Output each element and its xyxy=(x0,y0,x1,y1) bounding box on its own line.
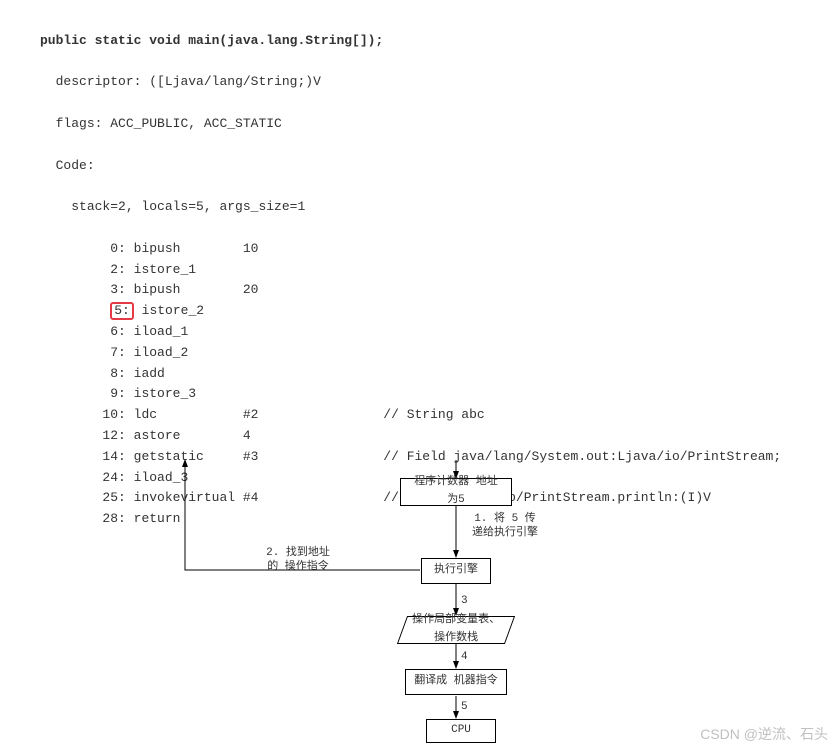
cpu-node: CPU xyxy=(426,719,496,743)
comment: // String abc xyxy=(383,407,484,422)
bytecode-row: 6: iload_1 xyxy=(40,322,840,343)
bytecode-row: 9: istore_3 xyxy=(40,384,840,405)
arg xyxy=(243,262,383,277)
descriptor-value: ([Ljava/lang/String;)V xyxy=(149,74,321,89)
arg: 4 xyxy=(243,428,383,443)
label-1: 1. 将 5 传递给执行引擎 xyxy=(470,512,540,541)
opcode: istore_3 xyxy=(134,386,243,401)
arg xyxy=(251,303,391,318)
opcode: istore_1 xyxy=(134,262,243,277)
opcode: iload_2 xyxy=(134,345,243,360)
bytecode-row: 8: iadd xyxy=(40,364,840,385)
descriptor-label: descriptor: xyxy=(56,74,142,89)
opcode: ldc xyxy=(134,407,243,422)
bytecode-row: 5: istore_2 xyxy=(40,301,840,322)
engine-node: 执行引擎 xyxy=(421,558,491,584)
opcode: iadd xyxy=(134,366,243,381)
translate-node: 翻译成 机器指令 xyxy=(405,669,507,695)
bytecode-row: 2: istore_1 xyxy=(40,260,840,281)
opcode: bipush xyxy=(134,282,243,297)
pc: 10: xyxy=(102,407,125,422)
pc: 2: xyxy=(110,262,126,277)
highlighted-pc: 5: xyxy=(110,302,134,320)
arg xyxy=(243,366,383,381)
flowchart: 程序计数器 地址为5 1. 将 5 传递给执行引擎 执行引擎 2. 找到地址的 … xyxy=(0,460,840,740)
opcode: astore xyxy=(134,428,243,443)
bytecode-row: 7: iload_2 xyxy=(40,343,840,364)
opcode: istore_2 xyxy=(142,303,251,318)
pc: 6: xyxy=(110,324,126,339)
code-label: Code: xyxy=(56,158,95,173)
pc: 7: xyxy=(110,345,126,360)
label-3: 3 xyxy=(461,594,468,608)
bytecode-row: 0: bipush 10 xyxy=(40,239,840,260)
opcode: bipush xyxy=(134,241,243,256)
pc: 3: xyxy=(110,282,126,297)
pc: 12: xyxy=(102,428,125,443)
pc-node: 程序计数器 地址为5 xyxy=(400,478,512,506)
bytecode-row: 3: bipush 20 xyxy=(40,280,840,301)
arg xyxy=(243,345,383,360)
bytecode-row: 12: astore 4 xyxy=(40,426,840,447)
pc: 9: xyxy=(110,386,126,401)
label-2: 2. 找到地址的 操作指令 xyxy=(263,546,333,575)
arg xyxy=(243,324,383,339)
stack-line: stack=2, locals=5, args_size=1 xyxy=(71,199,305,214)
bytecode-row: 10: ldc #2 // String abc xyxy=(40,405,840,426)
method-signature: public static void main(java.lang.String… xyxy=(40,33,383,48)
opcode: iload_1 xyxy=(134,324,243,339)
flags-label: flags: xyxy=(56,116,103,131)
watermark: CSDN @逆流、石头 xyxy=(700,723,828,745)
pc: 0: xyxy=(110,241,126,256)
arg: #2 xyxy=(243,407,383,422)
arg: 10 xyxy=(243,241,383,256)
localvar-text: 操作局部变量表、 操作数栈 xyxy=(411,612,501,647)
arg xyxy=(243,386,383,401)
arg: 20 xyxy=(243,282,383,297)
pc: 8: xyxy=(110,366,126,381)
label-4: 4 xyxy=(461,650,468,664)
flags-value: ACC_PUBLIC, ACC_STATIC xyxy=(110,116,282,131)
localvar-node: 操作局部变量表、 操作数栈 xyxy=(397,616,515,644)
label-5: 5 xyxy=(461,700,468,714)
